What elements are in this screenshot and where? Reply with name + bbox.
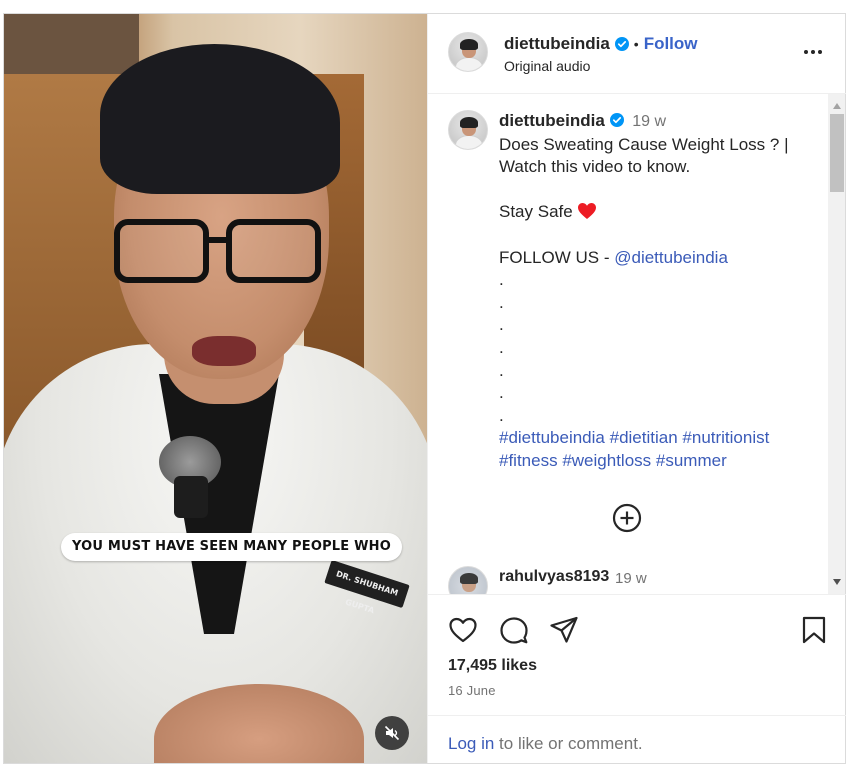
post-modal: DR. SHUBHAM GUPTA YOU MUST HAVE SEEN MAN…	[3, 13, 846, 764]
hashtag-line: #fitness #weightloss #summer	[499, 450, 819, 473]
caption-line: Stay Safe	[499, 201, 819, 224]
author-avatar[interactable]	[448, 32, 488, 72]
hashtag-line: #diettubeindia #dietitian #nutritionist	[499, 427, 819, 450]
login-link[interactable]: Log in	[448, 734, 494, 753]
more-options-button[interactable]	[799, 40, 827, 64]
mention-link[interactable]: @diettubeindia	[614, 248, 728, 267]
post-date[interactable]: 16 June	[448, 683, 496, 698]
separator-dot: •	[633, 36, 639, 52]
scroll-down-arrow[interactable]	[828, 574, 845, 590]
more-options-icon	[804, 50, 808, 54]
save-bookmark-icon[interactable]	[799, 615, 829, 645]
hashtag-link[interactable]: #nutritionist	[682, 428, 769, 447]
comment-bubble-icon[interactable]	[499, 615, 529, 645]
post-caption: diettubeindia 19 w Does Sweating Cause W…	[499, 110, 819, 473]
audio-label[interactable]: Original audio	[504, 58, 590, 74]
like-heart-icon[interactable]	[448, 615, 478, 645]
video-caption-overlay: YOU MUST HAVE SEEN MANY PEOPLE WHO	[61, 533, 402, 561]
caption-dot: .	[499, 383, 504, 403]
speaker-muted-icon	[384, 725, 400, 741]
hashtag-link[interactable]: #weightloss	[562, 451, 651, 470]
video-player[interactable]: DR. SHUBHAM GUPTA YOU MUST HAVE SEEN MAN…	[4, 14, 427, 763]
caption-dot: .	[499, 405, 504, 425]
triangle-up-icon	[832, 103, 841, 109]
scrollbar-thumb[interactable]	[830, 114, 844, 192]
post-actions: 17,495 likes 16 June Log in to like or c…	[428, 594, 846, 764]
commenter-avatar[interactable]	[448, 566, 488, 594]
caption-line: FOLLOW US - @diettubeindia	[499, 247, 728, 267]
comment-timestamp[interactable]: 19 w	[615, 570, 647, 587]
commenter-username[interactable]: rahulvyas8193	[499, 568, 609, 586]
triangle-down-icon	[832, 579, 841, 585]
caption-dot: .	[499, 315, 504, 335]
follow-button[interactable]: Follow	[644, 34, 698, 54]
login-prompt: Log in to like or comment.	[428, 715, 846, 765]
hashtag-link[interactable]: #summer	[656, 451, 727, 470]
scroll-up-arrow[interactable]	[828, 98, 845, 114]
share-paper-plane-icon[interactable]	[549, 615, 579, 645]
caption-dot: .	[499, 270, 504, 290]
caption-timestamp[interactable]: 19 w	[632, 113, 666, 130]
comments-scroll-area[interactable]: diettubeindia 19 w Does Sweating Cause W…	[428, 94, 846, 594]
glasses	[114, 219, 324, 287]
likes-count[interactable]: 17,495 likes	[448, 657, 537, 675]
author-username[interactable]: diettubeindia	[504, 34, 610, 54]
verified-badge-icon	[614, 37, 629, 51]
hashtag-link[interactable]: #dietitian	[610, 428, 678, 447]
hashtag-link[interactable]: #diettubeindia	[499, 428, 605, 447]
hashtag-link[interactable]: #fitness	[499, 451, 558, 470]
caption-dot: .	[499, 292, 504, 312]
caption-author-avatar[interactable]	[448, 110, 488, 150]
post-header: diettubeindia • Follow Original audio	[428, 14, 846, 94]
caption-username[interactable]: diettubeindia	[499, 111, 605, 130]
mute-toggle-button[interactable]	[375, 716, 409, 750]
load-more-comments-icon[interactable]	[612, 503, 642, 533]
caption-dot: .	[499, 360, 504, 380]
post-side-panel: diettubeindia • Follow Original audio di…	[427, 14, 846, 764]
caption-dot: .	[499, 337, 504, 357]
caption-line: Does Sweating Cause Weight Loss ? |	[499, 134, 789, 154]
caption-line: Watch this video to know.	[499, 157, 691, 177]
red-heart-icon	[578, 203, 597, 220]
verified-badge-icon	[609, 113, 624, 127]
login-prompt-text: to like or comment.	[494, 734, 643, 753]
